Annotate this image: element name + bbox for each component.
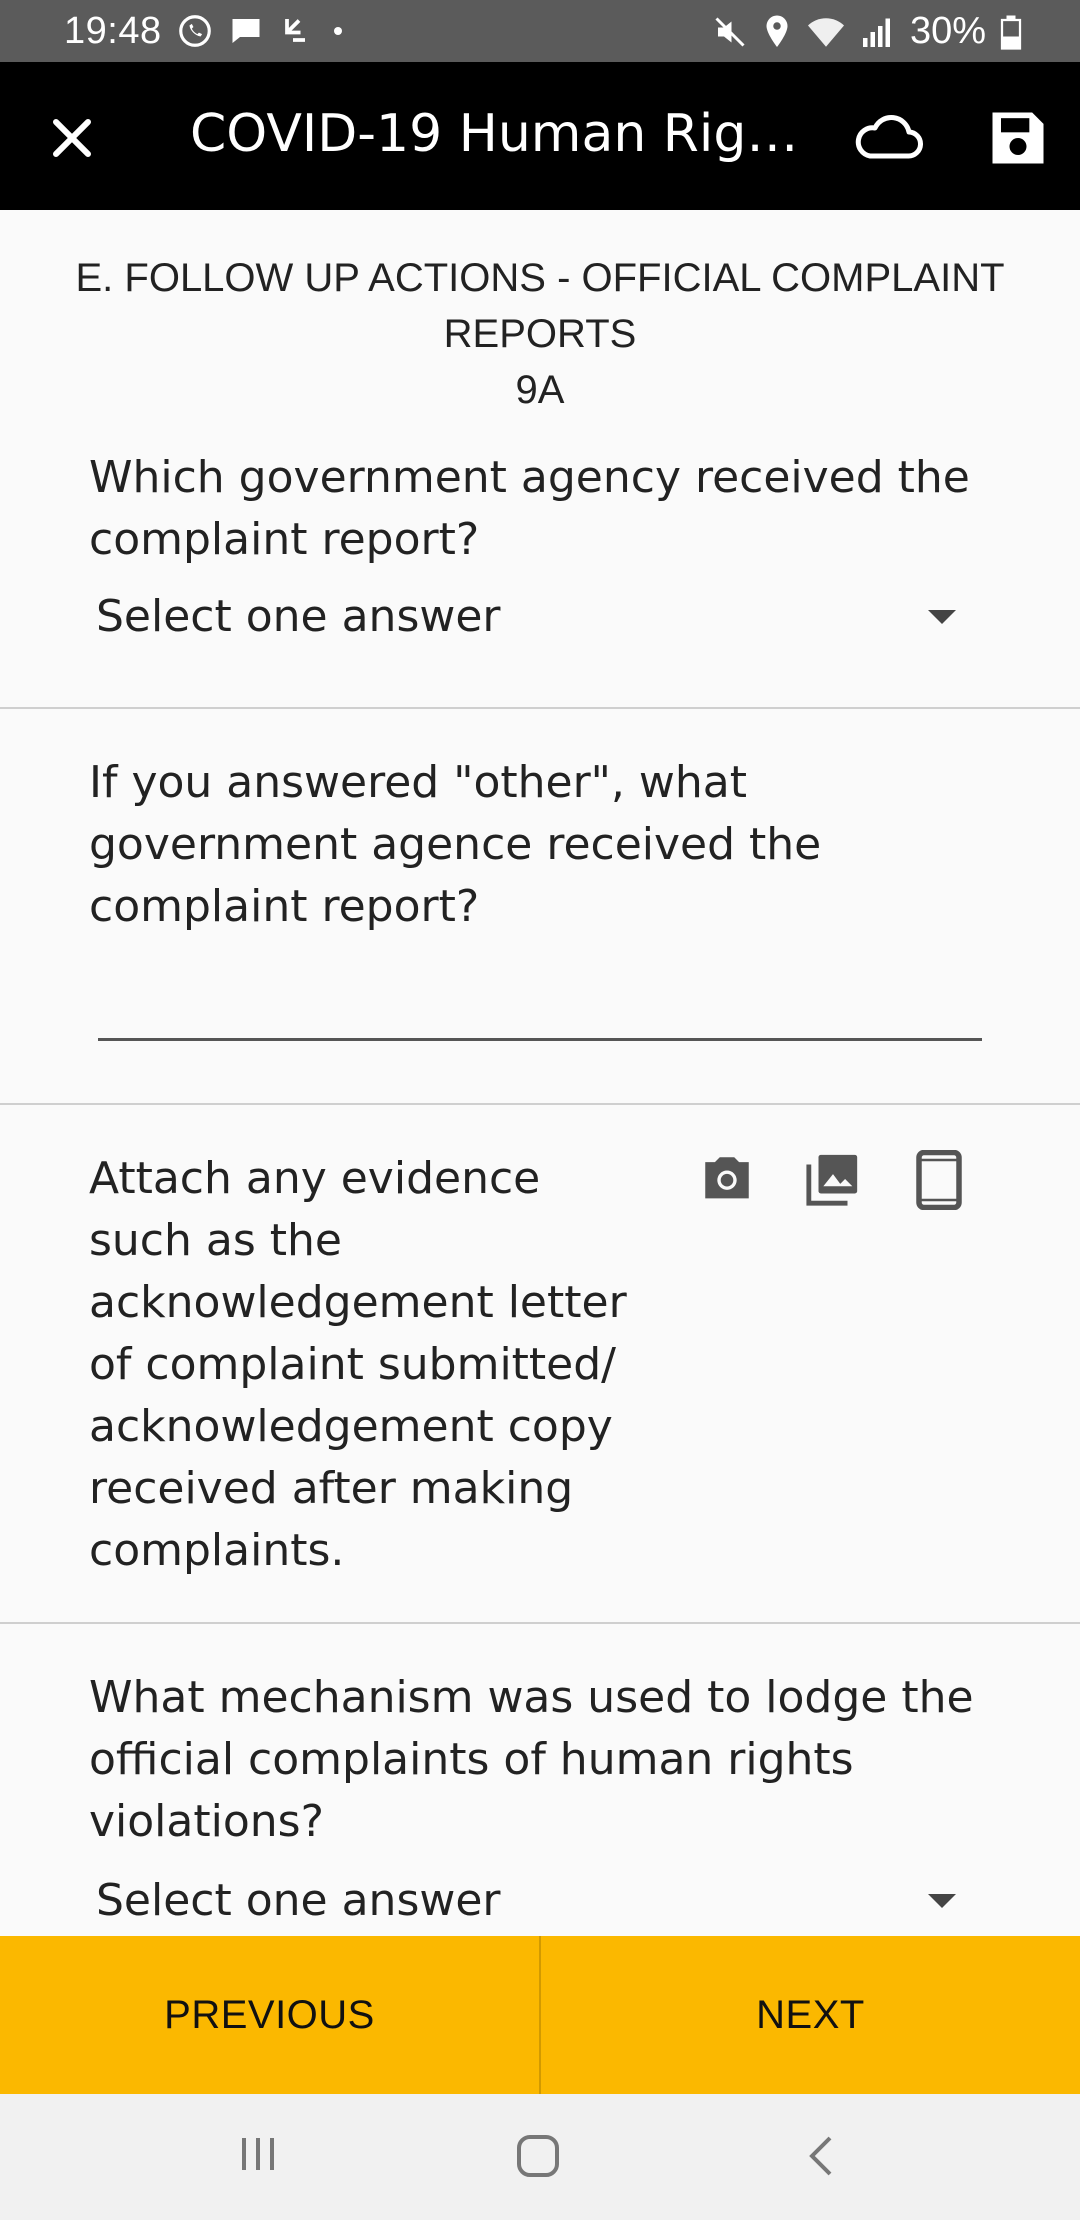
gallery-icon: [806, 1154, 858, 1206]
dot-icon: [328, 21, 348, 41]
back-icon: [809, 2136, 832, 2176]
notification-icons: [176, 12, 348, 50]
cloud-icon: [855, 115, 923, 159]
mechanism-select[interactable]: Select one answer: [96, 1870, 956, 1932]
missed-call-icon: [278, 13, 314, 49]
whatsapp-icon: [176, 12, 214, 50]
question-agency-label: Which government agency received the com…: [89, 452, 970, 565]
status-time: 19:48: [64, 10, 162, 52]
app-bar: COVID-19 Human Right…: [0, 62, 1080, 210]
system-icons: 30%: [712, 10, 1022, 53]
mute-icon: [712, 14, 748, 50]
section-title-line2: 9A: [515, 368, 565, 412]
form-navigation: PREVIOUS NEXT: [0, 1936, 1080, 2094]
status-bar: 19:48 30%: [0, 0, 1080, 62]
page-title: COVID-19 Human Right…: [190, 104, 810, 164]
question-evidence-label: Attach any evidence such as the acknowle…: [89, 1153, 627, 1576]
question-other-agency-label: If you answered "other", what government…: [89, 757, 822, 932]
close-icon: [53, 119, 91, 157]
back-button[interactable]: [800, 2132, 844, 2184]
close-button[interactable]: [40, 106, 104, 170]
divider: [0, 707, 1080, 709]
divider: [0, 1103, 1080, 1105]
divider: [0, 1622, 1080, 1624]
gallery-button[interactable]: [804, 1150, 862, 1212]
battery-icon: [1000, 14, 1022, 50]
device-file-button[interactable]: [914, 1149, 964, 1214]
cloud-sync-button[interactable]: [852, 106, 924, 170]
message-icon: [228, 13, 264, 49]
home-icon: [517, 2135, 559, 2177]
home-button[interactable]: [514, 2132, 562, 2184]
save-button[interactable]: [984, 104, 1052, 172]
agency-select-value: Select one answer: [96, 591, 501, 642]
save-icon: [992, 112, 1044, 164]
recent-apps-icon: [242, 2138, 274, 2170]
agency-select[interactable]: Select one answer: [96, 586, 956, 648]
previous-button[interactable]: PREVIOUS: [0, 1936, 539, 2094]
other-agency-input[interactable]: [98, 1038, 982, 1041]
wifi-icon: [806, 14, 846, 50]
question-mechanism-label: What mechanism was used to lodge the off…: [89, 1672, 974, 1847]
battery-label: 30%: [909, 10, 986, 52]
section-title-line1: E. FOLLOW UP ACTIONS - OFFICIAL COMPLAIN…: [75, 256, 1005, 356]
section-title: E. FOLLOW UP ACTIONS - OFFICIAL COMPLAIN…: [0, 250, 1080, 418]
camera-icon: [705, 1157, 749, 1199]
recent-apps-button[interactable]: [236, 2132, 280, 2180]
dropdown-arrow-icon: [928, 610, 956, 624]
mechanism-select-value: Select one answer: [96, 1875, 501, 1926]
system-navigation-bar: [0, 2094, 1080, 2220]
next-button[interactable]: NEXT: [541, 1936, 1080, 2094]
dropdown-arrow-icon: [928, 1894, 956, 1908]
signal-icon: [860, 14, 896, 50]
location-icon: [762, 14, 792, 50]
phone-icon: [916, 1149, 962, 1211]
camera-button[interactable]: [698, 1150, 756, 1212]
